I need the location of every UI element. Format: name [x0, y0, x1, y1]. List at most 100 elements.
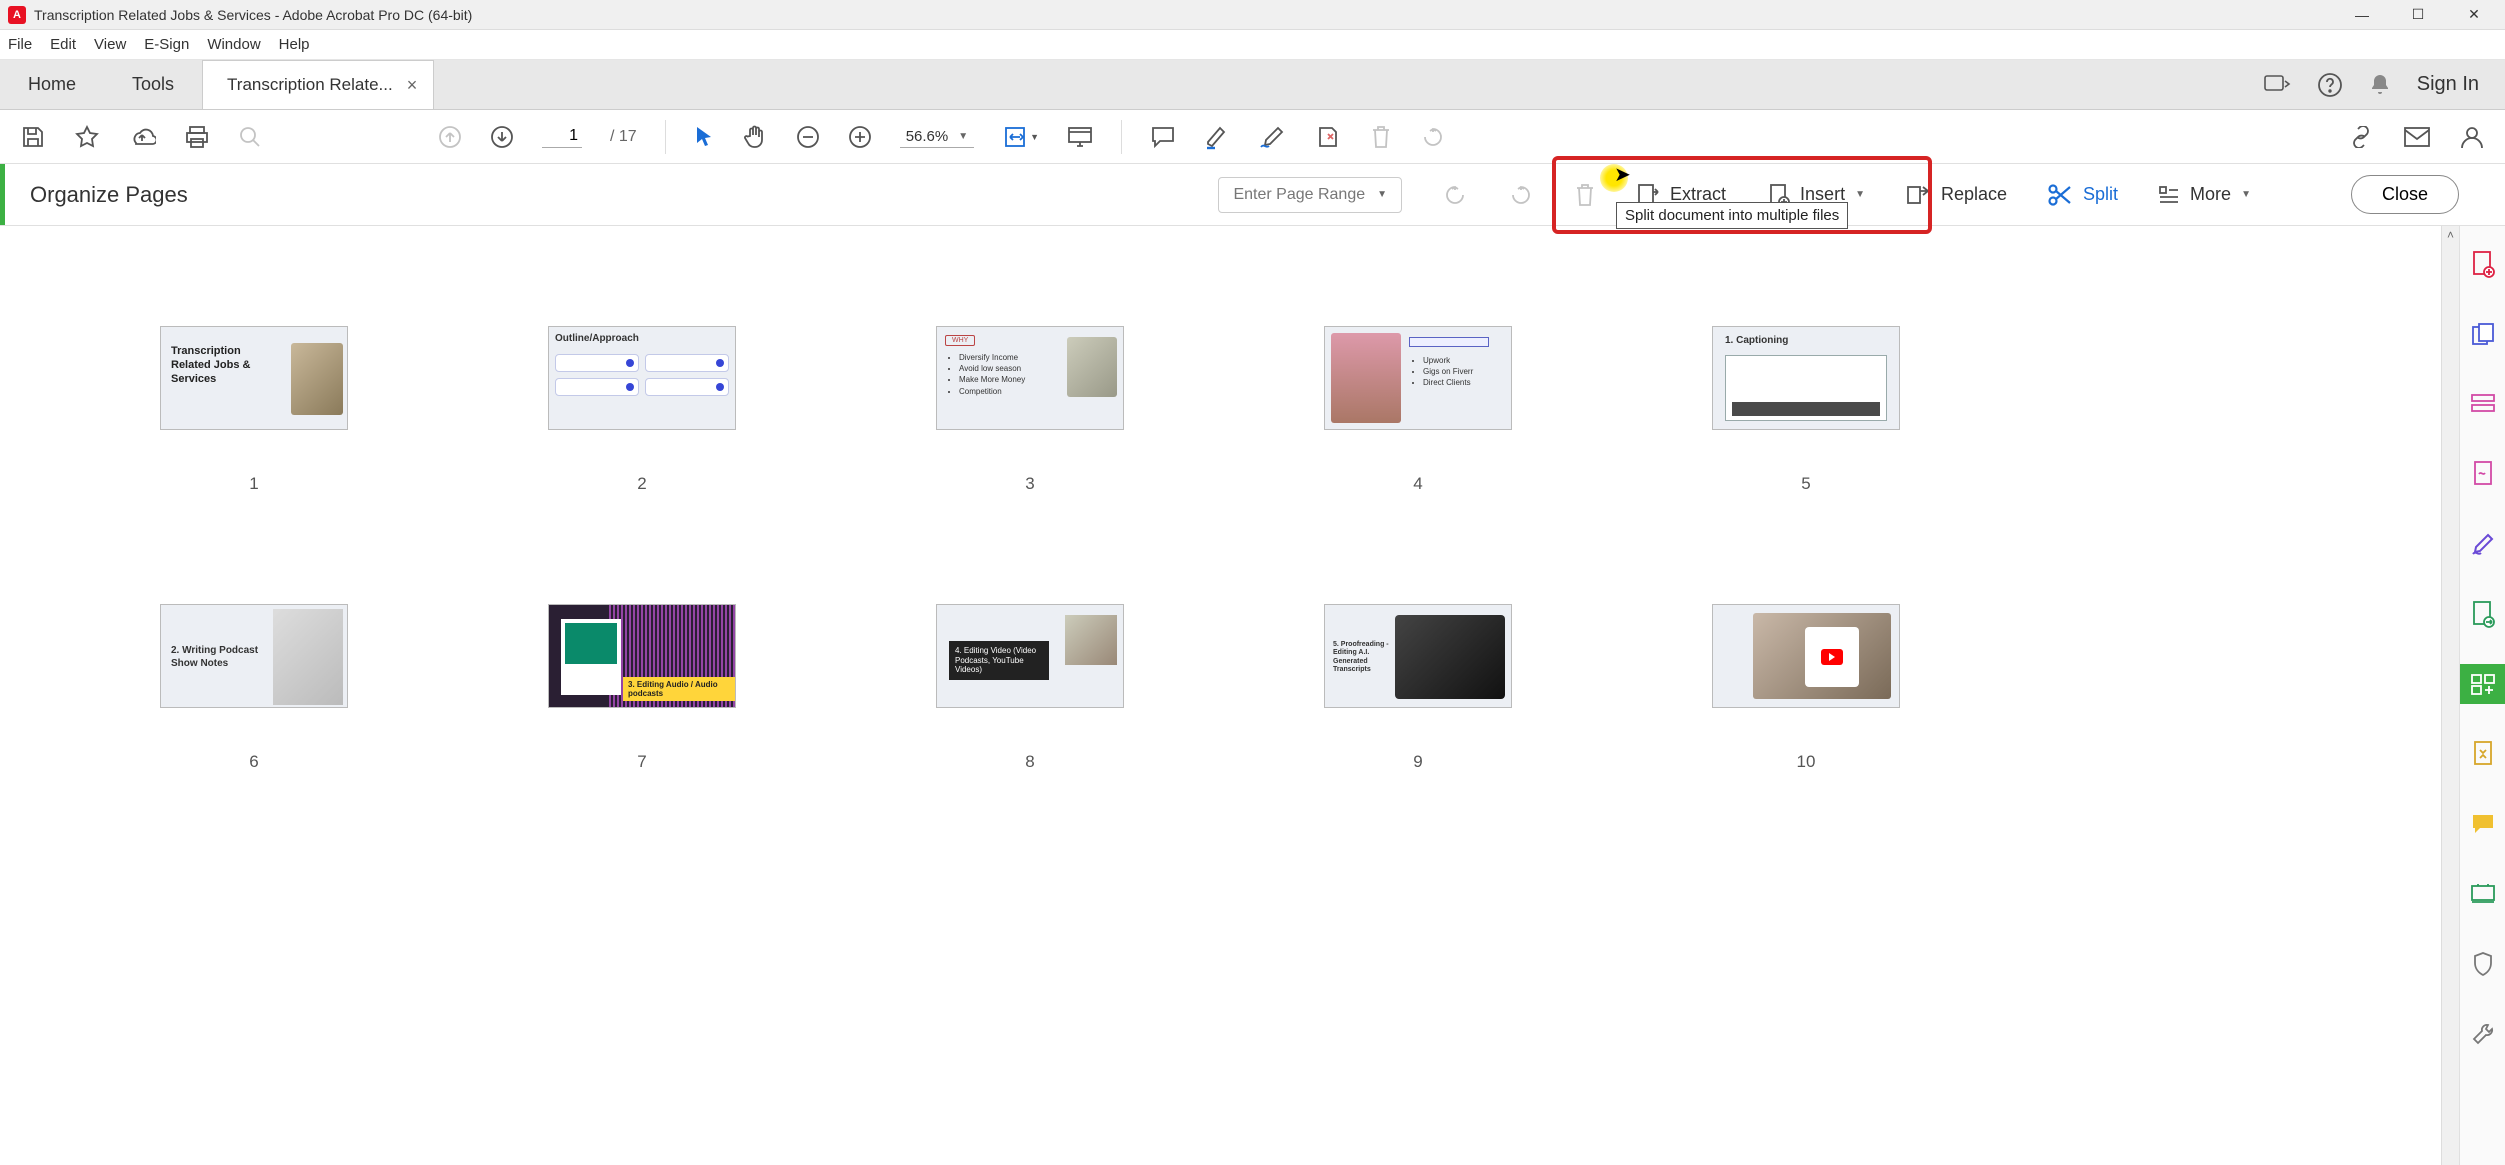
print-icon[interactable]: [184, 124, 210, 150]
minimize-button[interactable]: ―: [2347, 4, 2377, 26]
page-number: 8: [1025, 752, 1034, 772]
delete-icon[interactable]: [1370, 124, 1392, 150]
page-number: 5: [1801, 474, 1810, 494]
stamp-icon[interactable]: [1314, 124, 1342, 150]
page-thumbnail[interactable]: Outline/Approach 2: [548, 326, 736, 494]
page-thumbnail[interactable]: 3. Editing Audio / Audio podcasts 7: [548, 604, 736, 772]
page-thumbnail[interactable]: UpworkGigs on FiverrDirect Clients 4: [1324, 326, 1512, 494]
slide-title: 5. Proofreading - Editing A.I. Generated…: [1333, 641, 1395, 675]
replace-button[interactable]: Replace: [1905, 182, 2007, 208]
split-button[interactable]: Split: [2047, 183, 2118, 207]
separator: [1121, 120, 1122, 154]
chevron-down-icon: ▼: [1377, 189, 1387, 200]
thumbnails-scroll[interactable]: Transcription Related Jobs & Services 1 …: [0, 226, 2441, 1165]
cursor-icon: ➤: [1614, 162, 1631, 187]
highlight-icon[interactable]: [1204, 124, 1230, 150]
menu-edit[interactable]: Edit: [50, 36, 76, 53]
rotate-icon[interactable]: [1420, 124, 1446, 150]
account-icon[interactable]: [2459, 124, 2485, 150]
page-number-input[interactable]: [542, 125, 582, 148]
page-thumbnail[interactable]: 5. Proofreading - Editing A.I. Generated…: [1324, 604, 1512, 772]
app-icon: A: [8, 6, 26, 24]
page-number: 3: [1025, 474, 1034, 494]
tab-home[interactable]: Home: [0, 60, 104, 109]
page-thumbnail[interactable]: 1. Captioning 5: [1712, 326, 1900, 494]
rotate-cw-icon[interactable]: [1508, 182, 1534, 208]
organize-pages-icon[interactable]: [2460, 664, 2505, 704]
page-range-input[interactable]: Enter Page Range ▼: [1218, 177, 1402, 213]
more-icon: [2158, 185, 2180, 205]
vertical-scrollbar[interactable]: ˄: [2441, 226, 2459, 1165]
page-number: 6: [249, 752, 258, 772]
maximize-button[interactable]: ☐: [2403, 4, 2433, 26]
desktop-app-icon[interactable]: [2263, 73, 2291, 97]
select-tool-icon[interactable]: [694, 125, 714, 149]
zoom-value: 56.6%: [906, 128, 949, 145]
page-range-placeholder: Enter Page Range: [1233, 186, 1365, 204]
page-total: / 17: [610, 128, 637, 146]
read-mode-icon[interactable]: [1067, 126, 1093, 148]
tab-document[interactable]: Transcription Relate... ×: [202, 60, 434, 109]
page-thumbnail[interactable]: WHYDiversify IncomeAvoid low seasonMake …: [936, 326, 1124, 494]
export-pdf-icon[interactable]: [2460, 594, 2505, 634]
save-icon[interactable]: [20, 124, 46, 150]
page-down-icon[interactable]: [490, 125, 514, 149]
compress-pdf-icon[interactable]: [2460, 734, 2505, 774]
page-number: 9: [1413, 752, 1422, 772]
page-thumbnail[interactable]: 2. Writing Podcast Show Notes 6: [160, 604, 348, 772]
scan-ocr-icon[interactable]: [2460, 874, 2505, 914]
chevron-down-icon: ▼: [2241, 189, 2251, 200]
zoom-select[interactable]: 56.6% ▼: [900, 126, 974, 148]
menu-help[interactable]: Help: [279, 36, 310, 53]
rotate-ccw-icon[interactable]: [1442, 182, 1468, 208]
menu-window[interactable]: Window: [207, 36, 260, 53]
find-icon[interactable]: [238, 125, 262, 149]
organize-toolbar: Organize Pages Enter Page Range ▼ Extrac…: [0, 164, 2505, 226]
bell-icon[interactable]: [2369, 73, 2391, 97]
create-pdf-icon[interactable]: [2460, 244, 2505, 284]
comment-icon[interactable]: [1150, 125, 1176, 149]
share-link-icon[interactable]: [2347, 126, 2375, 148]
zoom-in-icon[interactable]: [848, 125, 872, 149]
menu-view[interactable]: View: [94, 36, 126, 53]
sign-icon[interactable]: [1258, 124, 1286, 150]
zoom-out-icon[interactable]: [796, 125, 820, 149]
help-icon[interactable]: [2317, 72, 2343, 98]
slide-title: 3. Editing Audio / Audio podcasts: [623, 677, 735, 701]
chevron-down-icon: ▼: [1855, 189, 1865, 200]
hand-tool-icon[interactable]: [742, 124, 768, 150]
fill-sign-icon[interactable]: [2460, 524, 2505, 564]
close-window-button[interactable]: ✕: [2459, 4, 2489, 26]
page-up-icon[interactable]: [438, 125, 462, 149]
star-icon[interactable]: [74, 124, 100, 150]
request-sign-icon[interactable]: [2460, 454, 2505, 494]
tab-close-icon[interactable]: ×: [407, 75, 418, 96]
signin-button[interactable]: Sign In: [2417, 73, 2479, 96]
page-number: 2: [637, 474, 646, 494]
page-thumbnail[interactable]: 10: [1712, 604, 1900, 772]
comment-tool-icon[interactable]: [2460, 804, 2505, 844]
right-tool-panel: [2459, 226, 2505, 1165]
tab-tools[interactable]: Tools: [104, 60, 202, 109]
chevron-down-icon: ▼: [958, 131, 968, 142]
combine-files-icon[interactable]: [2460, 314, 2505, 354]
email-icon[interactable]: [2403, 126, 2431, 148]
edit-pdf-icon[interactable]: [2460, 384, 2505, 424]
more-button[interactable]: More ▼: [2158, 184, 2251, 205]
fit-width-icon[interactable]: ▼: [1002, 124, 1039, 150]
menu-file[interactable]: File: [8, 36, 32, 53]
more-tools-icon[interactable]: [2460, 1014, 2505, 1054]
page-thumbnail[interactable]: 4. Editing Video (Video Podcasts, YouTub…: [936, 604, 1124, 772]
tabbar: Home Tools Transcription Relate... × Sig…: [0, 60, 2505, 110]
protect-icon[interactable]: [2460, 944, 2505, 984]
scissors-icon: [2047, 183, 2073, 207]
menubar: File Edit View E-Sign Window Help: [0, 30, 2505, 60]
main-toolbar: / 17 56.6% ▼ ▼: [0, 110, 2505, 164]
menu-esign[interactable]: E-Sign: [144, 36, 189, 53]
cloud-upload-icon[interactable]: [128, 125, 156, 149]
close-organize-button[interactable]: Close: [2351, 175, 2459, 214]
page-number: 1: [249, 474, 258, 494]
page-thumbnail[interactable]: Transcription Related Jobs & Services 1: [160, 326, 348, 494]
replace-label: Replace: [1941, 184, 2007, 205]
delete-pages-icon[interactable]: [1574, 182, 1596, 208]
